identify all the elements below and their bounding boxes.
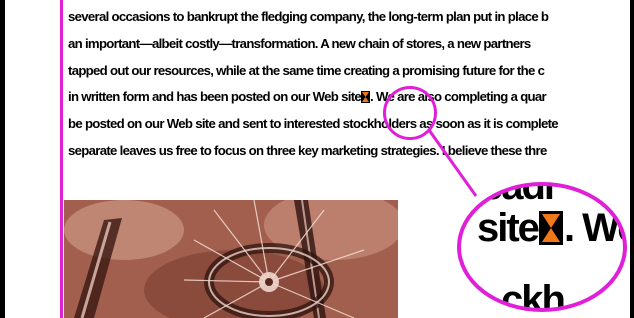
magnified-text: site . We — [477, 204, 623, 256]
text-line-2: an important—albeit costly—transformatio… — [68, 36, 531, 51]
text-line-4: in written form and has been posted on o… — [68, 88, 547, 108]
magnifier-target-circle[interactable] — [383, 86, 437, 140]
document-canvas[interactable]: several occasions to bankrupt the fledgi… — [0, 0, 634, 318]
magnifier-lens[interactable]: eadr site. We ckh — [457, 182, 627, 312]
magnified-bottom-fragment: ckh — [501, 278, 566, 312]
hourglass-marker-icon[interactable] — [538, 208, 563, 256]
left-margin-edge — [0, 0, 5, 318]
inline-photo[interactable] — [64, 200, 398, 318]
text-line-6: separate leaves us free to focus on thre… — [68, 143, 547, 158]
magnified-word-after: . We — [563, 206, 623, 250]
bicycle-photo-image — [64, 200, 398, 318]
right-margin-edge — [630, 0, 634, 318]
hourglass-marker-icon[interactable] — [361, 90, 371, 108]
body-text-frame[interactable]: several occasions to bankrupt the fledgi… — [68, 0, 628, 190]
text-line-4-start: in written form and has been posted on o… — [68, 89, 362, 104]
text-line-1: several occasions to bankrupt the fledgi… — [68, 9, 549, 24]
text-line-5: be posted on our Web site and sent to in… — [68, 116, 559, 131]
magnified-word-before: site — [477, 206, 540, 250]
text-line-3: tapped out our resources, while at the s… — [68, 63, 545, 78]
text-frame-guide[interactable] — [60, 0, 63, 318]
